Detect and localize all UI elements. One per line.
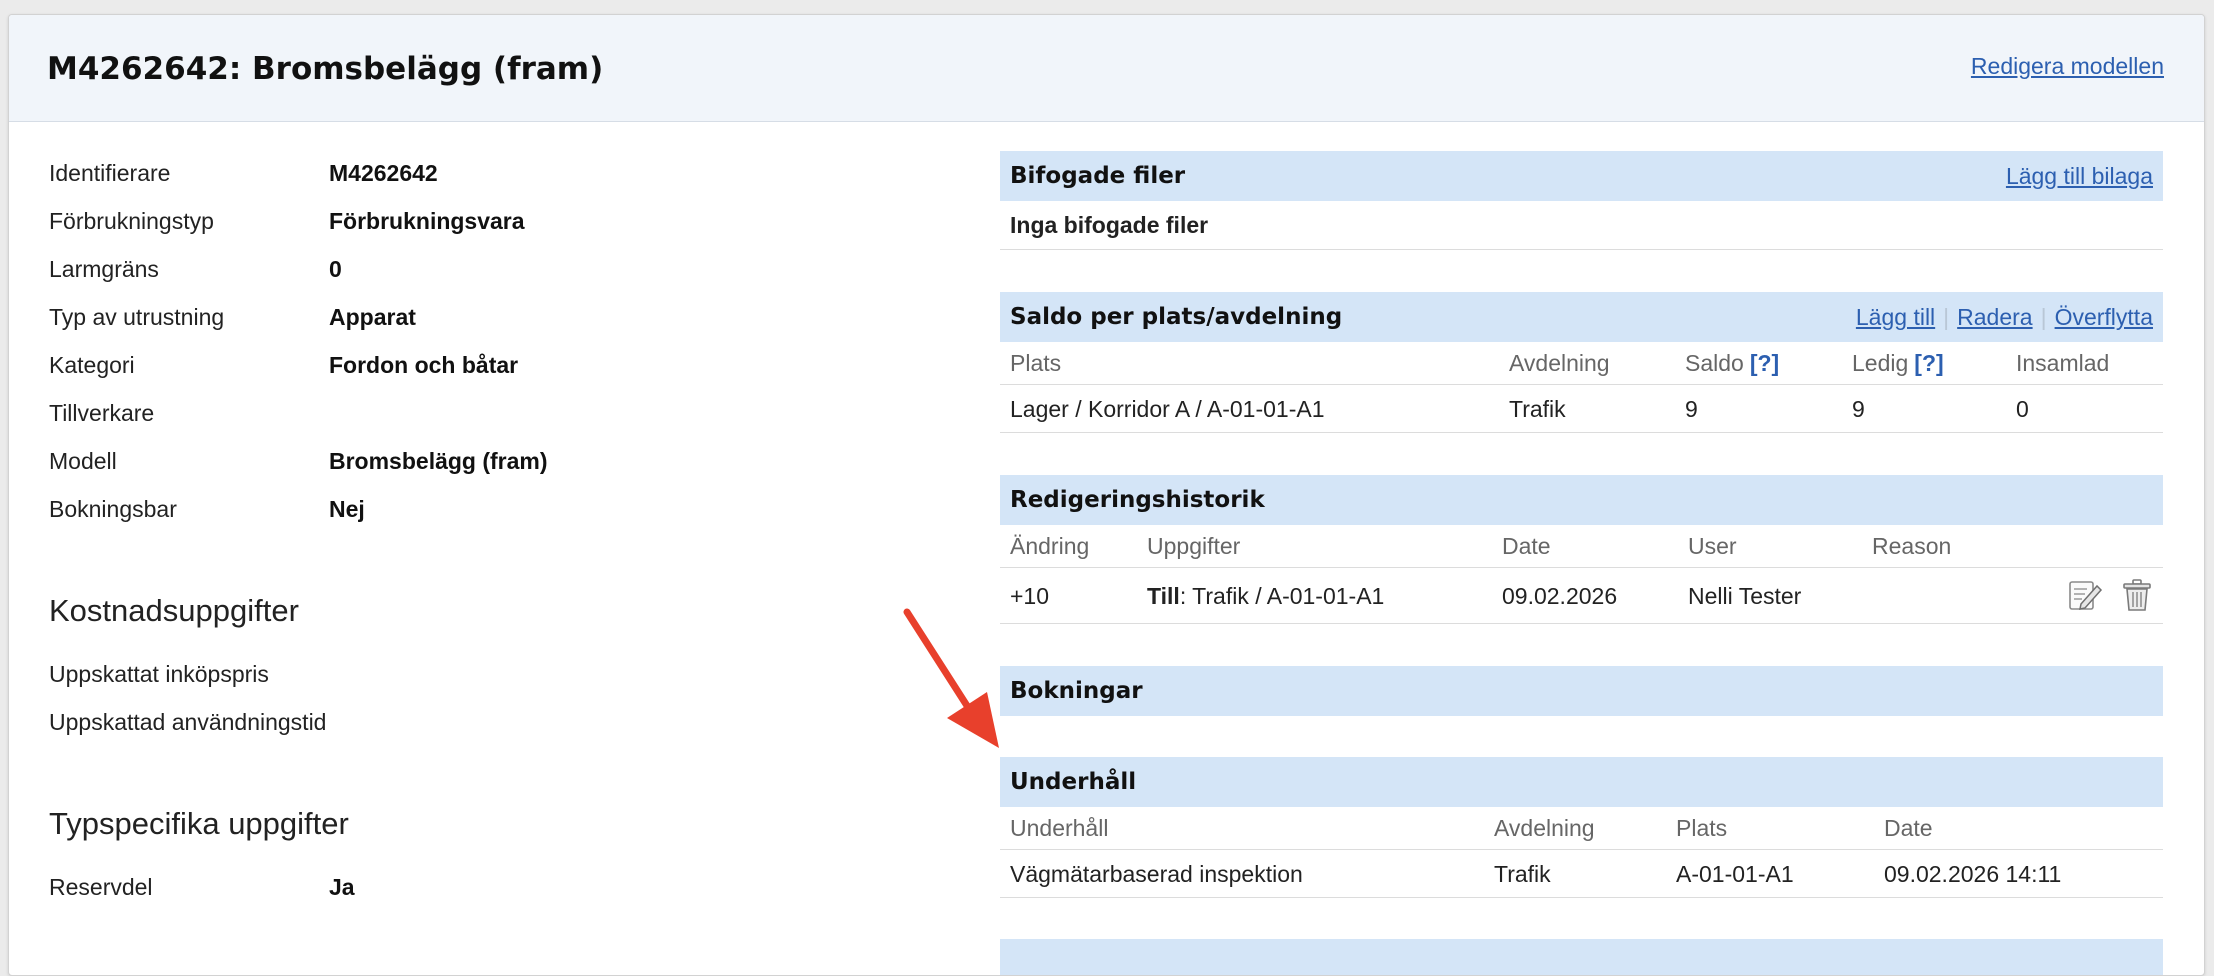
column-header-date: Date [1502,533,1551,559]
column-header-available-label: Ledig [1852,350,1909,376]
maintenance-header: Underhåll [1000,757,2163,807]
table-row: Lager / Korridor A / A-01-01-A1 Trafik 9… [1000,384,2163,433]
cost-label: Uppskattad användningstid [49,709,327,735]
maintenance-date: 09.02.2026 14:11 [1884,861,2062,887]
column-header-details: Uppgifter [1147,533,1241,559]
balance-location: Lager / Korridor A / A-01-01-A1 [1010,396,1325,422]
history-details-bold: Till [1147,583,1180,609]
bookings-section: Bokningar [1000,666,2163,716]
type-specific-value: Ja [329,874,355,900]
attribute-label: Kategori [49,352,135,378]
balance-help-icon[interactable]: [?] [1750,350,1779,376]
attachments-empty-row: Inga bifogade filer [1000,201,2163,250]
delete-icon[interactable] [2119,577,2155,613]
balance-title: Saldo per plats/avdelning [1010,304,1343,330]
history-section: Redigeringshistorik Ändring Uppgifter Da… [1000,475,2163,625]
column-header-change: Ändring [1010,533,1090,559]
attachments-header: Bifogade filer Lägg till bilaga [1000,151,2163,201]
column-header-location: Plats [1010,350,1062,376]
column-header-user: User [1688,533,1737,559]
column-header-available: Ledig [?] [1852,350,1944,377]
attribute-value: 0 [329,256,342,282]
attribute-label: Tillverkare [49,400,155,426]
attachments-title: Bifogade filer [1010,163,1186,189]
column-header-reason: Reason [1872,533,1952,559]
panel-header: M4262642: Bromsbelägg (fram) Redigera mo… [9,15,2204,122]
transfer-balance-link[interactable]: Överflytta [2055,304,2153,330]
attachments-section: Bifogade filer Lägg till bilaga Inga bif… [1000,151,2163,251]
attachments-actions: Lägg till bilaga [2006,163,2153,190]
balance-collected: 0 [2016,396,2029,422]
balance-value: 9 [1685,396,1698,422]
attribute-value: Fordon och båtar [329,352,519,378]
attribute-label: Modell [49,448,117,474]
available-help-icon[interactable]: [?] [1914,350,1943,376]
attribute-value: M4262642 [329,160,438,186]
column-header-department: Avdelning [1494,815,1595,841]
column-header-balance-label: Saldo [1685,350,1744,376]
history-title: Redigeringshistorik [1010,487,1265,513]
history-header: Redigeringshistorik [1000,475,2163,525]
history-user: Nelli Tester [1688,583,1802,609]
maintenance-title: Underhåll [1010,769,1137,795]
cost-heading: Kostnadsuppgifter [49,593,299,628]
separator: | [2040,304,2047,330]
attribute-label: Förbrukningstyp [49,208,214,234]
add-balance-link[interactable]: Lägg till [1856,304,1935,330]
attribute-label: Bokningsbar [49,496,177,522]
attribute-value: Nej [329,496,365,522]
column-header-date: Date [1884,815,1933,841]
attribute-value: Apparat [329,304,416,330]
delete-balance-link[interactable]: Radera [1957,304,2032,330]
history-date: 09.02.2026 [1502,583,1618,609]
balance-available: 9 [1852,396,1865,422]
table-row: +10 Till: Trafik / A-01-01-A1 09.02.2026… [1000,567,2163,624]
balance-actions: Lägg till | Radera | Överflytta [1856,304,2153,331]
attribute-value: Förbrukningsvara [329,208,525,234]
annotation-arrow-icon [903,608,999,748]
attribute-label: Larmgräns [49,256,159,282]
column-header-location: Plats [1676,815,1728,841]
maintenance-column-headers: Underhåll Avdelning Plats Date [1000,807,2163,850]
bookings-title: Bokningar [1010,678,1143,704]
add-attachment-link[interactable]: Lägg till bilaga [2006,163,2153,189]
balance-section: Saldo per plats/avdelning Lägg till | Rade… [1000,292,2163,442]
maintenance-location: A-01-01-A1 [1676,861,1794,887]
column-header-maintenance: Underhåll [1010,815,1109,841]
separator: | [1943,304,1950,330]
maintenance-section: Underhåll Underhåll Avdelning Plats Date… [1000,757,2163,907]
history-column-headers: Ändring Uppgifter Date User Reason [1000,525,2163,568]
model-detail-panel: M4262642: Bromsbelägg (fram) Redigera mo… [8,14,2205,976]
history-details: Till: Trafik / A-01-01-A1 [1147,583,1384,610]
attribute-label: Identifierare [49,160,171,186]
history-details-rest: : Trafik / A-01-01-A1 [1179,583,1385,609]
page-title: M4262642: Bromsbelägg (fram) [47,51,604,87]
balance-header: Saldo per plats/avdelning Lägg till | Rade… [1000,292,2163,342]
edit-icon[interactable] [2067,577,2103,613]
column-header-department: Avdelning [1509,350,1610,376]
attribute-value: Bromsbelägg (fram) [329,448,548,474]
maintenance-name: Vägmätarbaserad inspektion [1010,861,1303,887]
table-row[interactable]: Vägmätarbaserad inspektion Trafik A-01-0… [1000,849,2163,898]
balance-department: Trafik [1509,396,1566,422]
bookings-header: Bokningar [1000,666,2163,716]
type-specific-label: Reservdel [49,874,153,900]
history-change: +10 [1010,583,1050,609]
column-header-collected: Insamlad [2016,350,2110,376]
maintenance-department: Trafik [1494,861,1551,887]
attribute-label: Typ av utrustning [49,304,225,330]
cost-label: Uppskattat inköpspris [49,661,269,687]
balance-column-headers: Plats Avdelning Saldo [?] Ledig [?] Insaml… [1000,342,2163,385]
attachments-empty-text: Inga bifogade filer [1010,212,1209,238]
column-header-balance: Saldo [?] [1685,350,1779,377]
edit-model-link[interactable]: Redigera modellen [1971,53,2164,80]
type-specific-heading: Typspecifika uppgifter [49,806,349,841]
